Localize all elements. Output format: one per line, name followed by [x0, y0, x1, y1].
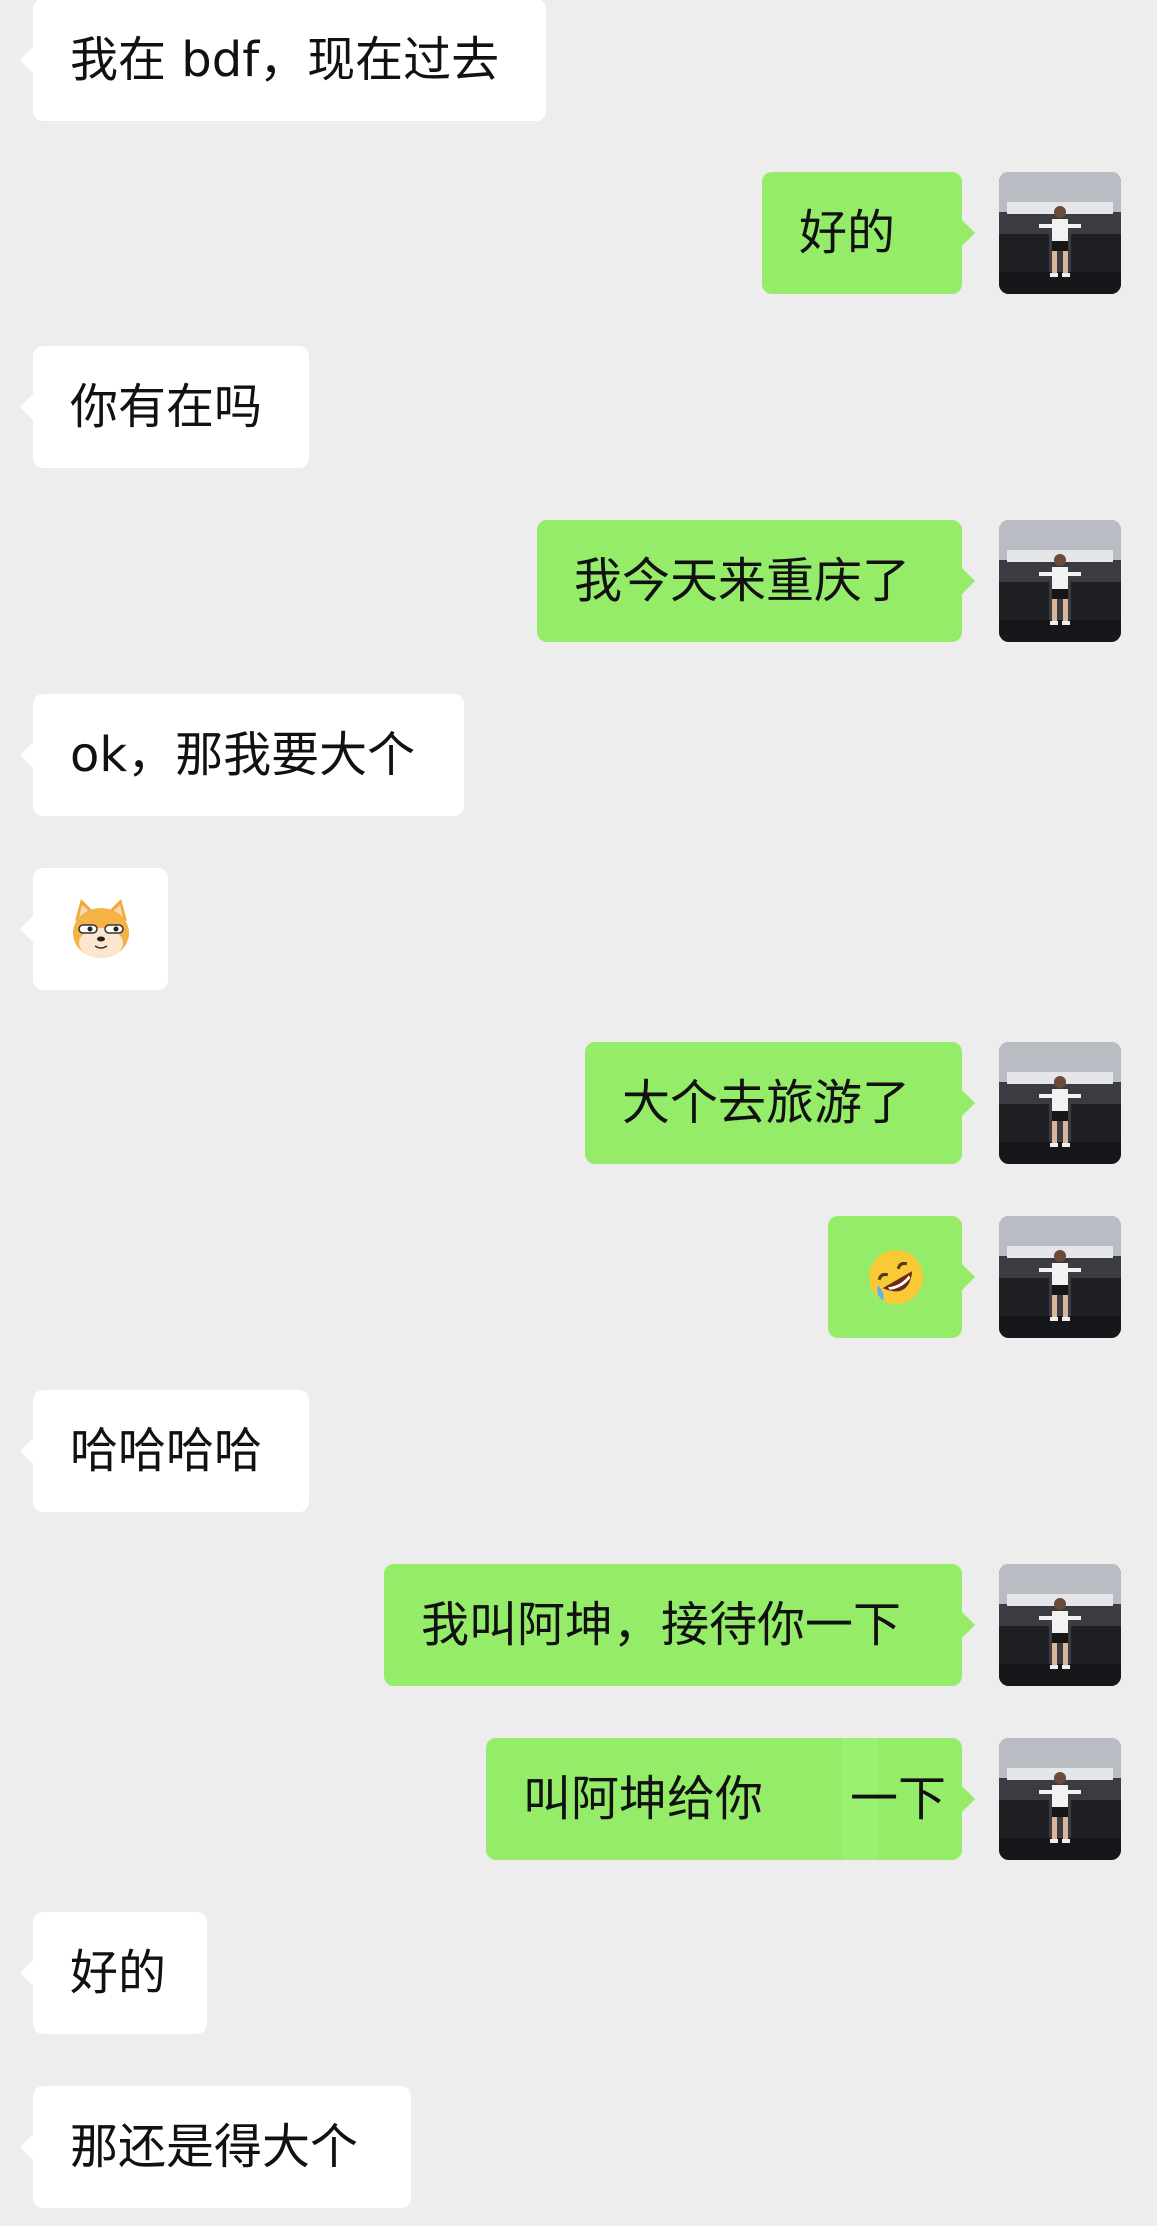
message-text: 你有在吗: [70, 379, 263, 435]
message-text: 叫阿坤给你: [523, 1771, 764, 1827]
user-avatar[interactable]: [999, 1216, 1121, 1338]
message-row-incoming: ok，那我要大个: [0, 694, 1157, 816]
outgoing-message-bubble[interactable]: 我叫阿坤，接待你一下: [384, 1564, 975, 1686]
message-row-incoming: 你有在吗: [0, 346, 1157, 468]
incoming-message-bubble[interactable]: [20, 868, 168, 990]
message-text: 我今天来重庆了: [574, 553, 911, 609]
message-row-outgoing: 叫阿坤给你 一下: [0, 1738, 1157, 1860]
message-text: 那还是得大个: [70, 2119, 359, 2175]
message-row-incoming: 哈哈哈哈: [0, 1390, 1157, 1512]
message-row-outgoing: [0, 1216, 1157, 1338]
user-avatar[interactable]: [999, 172, 1121, 294]
chat-message-list[interactable]: 我在 bdf，现在过去 好的 你有在吗 我今天来重庆了 ok，那我要大个 大个去…: [0, 0, 1157, 2226]
incoming-message-bubble[interactable]: 那还是得大个: [20, 2086, 411, 2208]
message-row-incoming: 好的: [0, 1912, 1157, 2034]
incoming-message-bubble[interactable]: 好的: [20, 1912, 207, 2034]
outgoing-message-bubble[interactable]: 叫阿坤给你 一下: [486, 1738, 975, 1860]
message-text: 哈哈哈哈: [70, 1423, 263, 1479]
incoming-message-bubble[interactable]: ok，那我要大个: [20, 694, 464, 816]
message-row-outgoing: 大个去旅游了: [0, 1042, 1157, 1164]
rolling-on-floor-laughing-icon: [869, 1250, 923, 1304]
incoming-message-bubble[interactable]: 哈哈哈哈: [20, 1390, 309, 1512]
user-avatar[interactable]: [999, 1042, 1121, 1164]
message-row-outgoing: 我今天来重庆了: [0, 520, 1157, 642]
doge-cat-face-icon: [73, 899, 129, 958]
message-row-incoming: 那还是得大个: [0, 2086, 1157, 2208]
incoming-message-bubble[interactable]: 你有在吗: [20, 346, 309, 468]
outgoing-message-bubble[interactable]: [828, 1216, 975, 1338]
message-text: 我在 bdf，现在过去: [70, 32, 500, 88]
user-avatar[interactable]: [999, 520, 1121, 642]
message-text-tail: 一下: [850, 1771, 947, 1827]
user-avatar[interactable]: [999, 1564, 1121, 1686]
outgoing-message-bubble[interactable]: 好的: [762, 172, 975, 294]
message-text: 我叫阿坤，接待你一下: [421, 1597, 902, 1653]
outgoing-message-bubble[interactable]: 我今天来重庆了: [537, 520, 975, 642]
message-text: 好的: [70, 1945, 167, 2001]
message-text: 大个去旅游了: [622, 1075, 911, 1131]
user-avatar[interactable]: [999, 1738, 1121, 1860]
outgoing-message-bubble[interactable]: 大个去旅游了: [585, 1042, 975, 1164]
message-row-outgoing: 好的: [0, 172, 1157, 294]
incoming-message-bubble[interactable]: 我在 bdf，现在过去: [20, 0, 546, 121]
message-text: ok，那我要大个: [70, 727, 416, 783]
message-row-incoming: 我在 bdf，现在过去: [0, 0, 1157, 121]
message-row-outgoing: 我叫阿坤，接待你一下: [0, 1564, 1157, 1686]
message-row-incoming: [0, 868, 1157, 990]
message-text: 好的: [799, 205, 896, 261]
